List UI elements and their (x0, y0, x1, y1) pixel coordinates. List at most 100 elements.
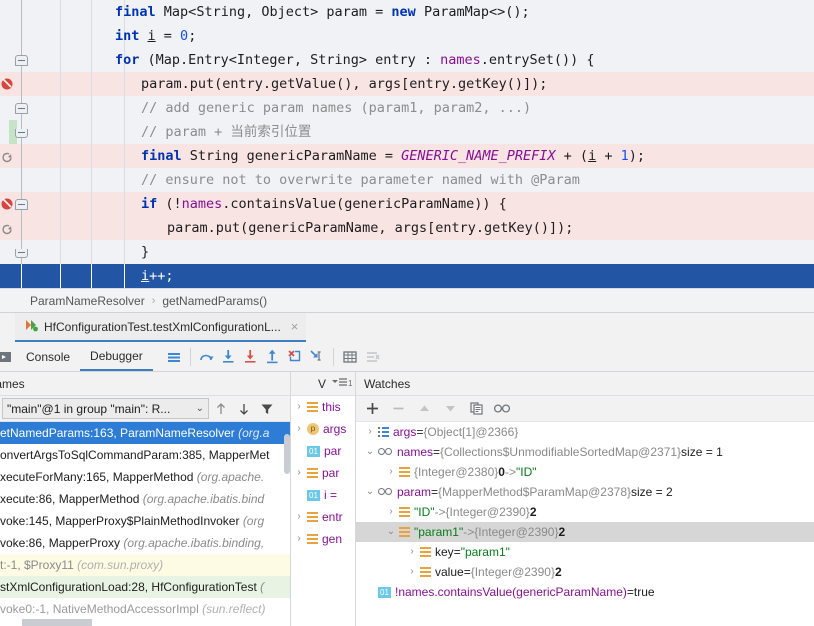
watch-text: = (627, 582, 634, 602)
variables-panel[interactable]: ›this›pargs01par›par01i = ›entr›gen (291, 396, 355, 626)
variables-list[interactable]: ›this›pargs01par›par01i = ›entr›gen (291, 396, 355, 550)
frame-row[interactable]: voke:86, MapperProxy (org.apache.ibatis.… (0, 532, 290, 554)
code-lines[interactable]: final Map<String, Object> param = new Pa… (0, 0, 814, 288)
method-stamp-icon[interactable] (0, 221, 14, 235)
gutter-separator (60, 240, 61, 264)
frames-panel[interactable]: "main"@1 in group "main": R... ⌄ etNamed… (0, 396, 290, 626)
remove-watch-icon[interactable] (386, 398, 410, 420)
step-into-icon[interactable] (218, 346, 240, 368)
expand-arrow-icon[interactable]: › (383, 462, 399, 482)
code-fold-icon[interactable] (15, 103, 28, 114)
frame-list[interactable]: etNamedParams:163, ParamNameResolver (or… (0, 422, 290, 626)
watch-glasses-icon[interactable] (490, 398, 514, 420)
layout-settings-icon[interactable] (163, 346, 185, 368)
drop-frame-icon[interactable] (284, 346, 306, 368)
expand-arrow-icon[interactable]: › (291, 396, 307, 418)
watch-row[interactable]: ⌄names = {Collections$UnmodifiableSorted… (356, 442, 814, 462)
watch-row[interactable]: ›"ID" -> {Integer@2390} 2 (356, 502, 814, 522)
code-editor[interactable]: final Map<String, Object> param = new Pa… (0, 0, 814, 288)
variable-row[interactable]: ›this (291, 396, 355, 418)
expand-arrow-icon[interactable]: › (291, 528, 307, 550)
expand-arrow-icon[interactable]: › (383, 502, 399, 522)
watch-row[interactable]: ›args = {Object[1]@2366} (356, 422, 814, 442)
variable-row[interactable]: 01par (291, 440, 355, 462)
code-fold-icon[interactable] (15, 55, 28, 66)
frame-row[interactable]: onvertArgsToSqlCommandParam:385, MapperM… (0, 444, 290, 466)
frame-package: ( (260, 580, 264, 594)
code-line[interactable]: final Map<String, Object> param = new Pa… (0, 0, 814, 24)
gutter-separator (91, 120, 92, 144)
code-line[interactable]: if (!names.containsValue(genericParamNam… (0, 192, 814, 216)
variables-options-icon[interactable]: 1 (331, 376, 353, 389)
expand-arrow-icon[interactable]: ⌄ (383, 522, 399, 542)
watch-row[interactable]: ⌄"param1" -> {Integer@2390} 2 (356, 522, 814, 542)
code-line[interactable]: i++; (0, 264, 814, 288)
variable-row[interactable]: ›pargs (291, 418, 355, 440)
variable-row[interactable]: 01i = (291, 484, 355, 506)
expand-arrow-icon[interactable]: › (404, 542, 420, 562)
expand-arrow-icon[interactable]: › (362, 422, 378, 442)
frames-horizontal-scrollbar[interactable] (22, 619, 92, 626)
breadcrumb-class[interactable]: ParamNameResolver (30, 294, 145, 308)
frame-row[interactable]: xecuteForMany:165, MapperMethod (org.apa… (0, 466, 290, 488)
expand-arrow-icon[interactable]: › (291, 462, 307, 484)
mute-breakpoints-icon[interactable] (361, 346, 383, 368)
frames-vertical-scrollbar[interactable] (284, 434, 290, 474)
code-fold-icon[interactable] (15, 199, 28, 210)
frame-row[interactable]: voke0:-1, NativeMethodAccessorImpl (sun.… (0, 598, 290, 620)
frame-down-icon[interactable] (232, 397, 255, 421)
expand-arrow-icon[interactable]: › (291, 418, 307, 440)
expand-arrow-icon[interactable]: › (404, 562, 420, 582)
watch-list[interactable]: ›args = {Object[1]@2366}⌄names = {Collec… (356, 422, 814, 602)
filter-icon[interactable] (255, 397, 278, 421)
watch-row[interactable]: ›{Integer@2380} 0 -> "ID" (356, 462, 814, 482)
move-down-icon[interactable] (438, 398, 462, 420)
code-line[interactable]: // param + 当前索引位置 (0, 120, 814, 144)
code-fold-icon[interactable] (15, 249, 28, 258)
code-line[interactable]: param.put(entry.getValue(), args[entry.g… (0, 72, 814, 96)
breakpoint-icon[interactable] (0, 76, 16, 92)
evaluate-expression-icon[interactable] (339, 346, 361, 368)
frame-row[interactable]: xecute:86, MapperMethod (org.apache.ibat… (0, 488, 290, 510)
watch-row[interactable]: ⌄param = {MapperMethod$ParamMap@2378} si… (356, 482, 814, 502)
code-line[interactable]: // ensure not to overwrite parameter nam… (0, 168, 814, 192)
thread-dropdown[interactable]: "main"@1 in group "main": R... ⌄ (2, 398, 209, 419)
code-line[interactable]: // add generic param names (param1, para… (0, 96, 814, 120)
watch-row[interactable]: 01!names.containsValue(genericParamName)… (356, 582, 814, 602)
variable-row[interactable]: ›entr (291, 506, 355, 528)
frame-row[interactable]: etNamedParams:163, ParamNameResolver (or… (0, 422, 290, 444)
move-up-icon[interactable] (412, 398, 436, 420)
variable-row[interactable]: ›par (291, 462, 355, 484)
step-over-icon[interactable] (196, 346, 218, 368)
watch-row[interactable]: ›key = "param1" (356, 542, 814, 562)
watches-panel[interactable]: ›args = {Object[1]@2366}⌄names = {Collec… (356, 396, 814, 626)
breadcrumb-method[interactable]: getNamedParams() (162, 294, 267, 308)
expand-arrow-icon[interactable]: ⌄ (362, 482, 378, 502)
code-line[interactable]: param.put(genericParamName, args[entry.g… (0, 216, 814, 240)
frame-row[interactable]: voke:145, MapperProxy$PlainMethodInvoker… (0, 510, 290, 532)
code-fold-icon[interactable] (15, 129, 28, 138)
copy-icon[interactable] (464, 398, 488, 420)
code-line[interactable]: int i = 0; (0, 24, 814, 48)
tab-console[interactable]: Console (16, 342, 80, 371)
frame-up-icon[interactable] (209, 397, 232, 421)
frame-row[interactable]: stXmlConfigurationLoad:28, HfConfigurati… (0, 576, 290, 598)
force-step-into-icon[interactable] (240, 346, 262, 368)
code-line[interactable]: for (Map.Entry<Integer, String> entry : … (0, 48, 814, 72)
method-stamp-icon[interactable] (0, 149, 14, 163)
run-to-cursor-icon[interactable] (306, 346, 328, 368)
variable-row[interactable]: ›gen (291, 528, 355, 550)
console-run-icon[interactable] (0, 346, 16, 368)
run-configuration-tab[interactable]: HfConfigurationTest.testXmlConfiguration… (15, 313, 306, 342)
expand-arrow-icon[interactable]: › (291, 506, 307, 528)
code-line[interactable]: final String genericParamName = GENERIC_… (0, 144, 814, 168)
step-out-icon[interactable] (262, 346, 284, 368)
expand-arrow-icon[interactable]: ⌄ (362, 442, 378, 462)
code-line[interactable]: } (0, 240, 814, 264)
frame-row[interactable]: t:-1, $Proxy11 (com.sun.proxy) (0, 554, 290, 576)
close-icon[interactable]: × (291, 319, 299, 334)
add-watch-icon[interactable] (360, 398, 384, 420)
breakpoint-icon[interactable] (0, 196, 16, 212)
tab-debugger[interactable]: Debugger (80, 342, 153, 371)
watch-row[interactable]: ›value = {Integer@2390} 2 (356, 562, 814, 582)
